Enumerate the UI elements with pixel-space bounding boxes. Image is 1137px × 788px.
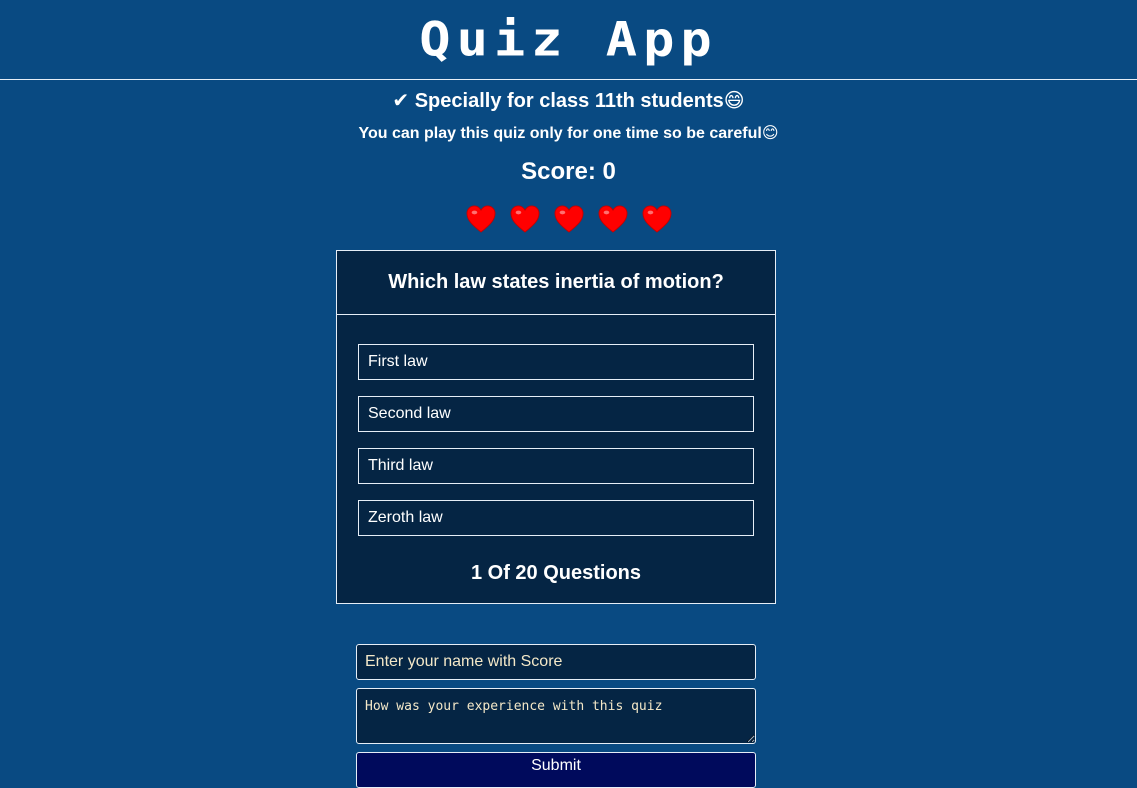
heart-icon: [554, 205, 583, 233]
options-list: First law Second law Third law Zeroth la…: [337, 315, 775, 536]
option-first-law[interactable]: First law: [358, 344, 754, 380]
heart-icon: [642, 205, 671, 233]
question-progress: 1 Of 20 Questions: [470, 562, 642, 584]
heart-icon: [466, 205, 495, 233]
option-second-law[interactable]: Second law: [358, 396, 754, 432]
option-third-law[interactable]: Third law: [358, 448, 754, 484]
quiz-card: Which law states inertia of motion? Firs…: [336, 250, 776, 604]
subtitle: ✔ Specially for class 11th students😄: [392, 90, 745, 112]
question-text: Which law states inertia of motion?: [337, 251, 775, 315]
name-score-input[interactable]: [356, 644, 756, 680]
score-display: Score: 0: [521, 158, 616, 185]
app-header: Quiz App: [0, 0, 1137, 80]
heart-icon: [510, 205, 539, 233]
app-title: Quiz App: [419, 12, 718, 67]
warning-text: You can play this quiz only for one time…: [358, 125, 779, 142]
heart-icon: [598, 205, 627, 233]
lives-hearts: [0, 205, 1137, 233]
option-zeroth-law[interactable]: Zeroth law: [358, 500, 754, 536]
submit-button[interactable]: Submit: [356, 752, 756, 788]
feedback-textarea[interactable]: [356, 688, 756, 744]
